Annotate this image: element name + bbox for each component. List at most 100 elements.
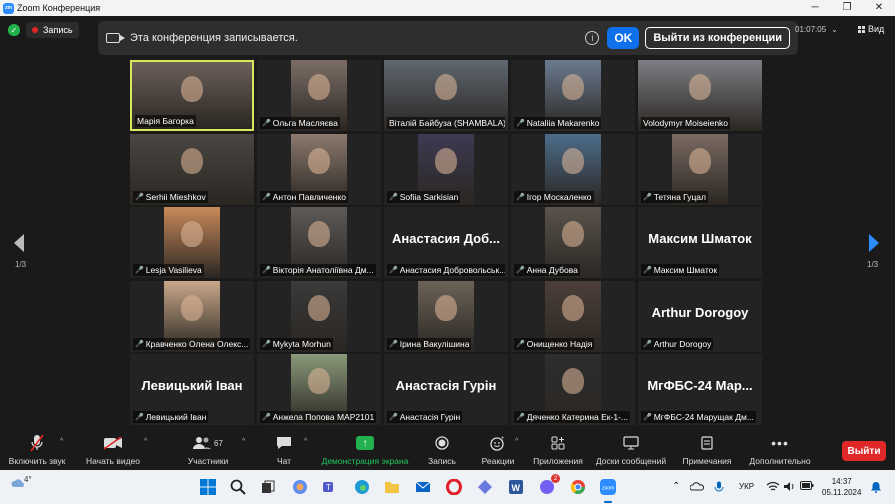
participants-label: Участники bbox=[187, 456, 229, 466]
mic-muted-icon: 🎤 bbox=[643, 414, 652, 421]
start-video-button[interactable]: Начать видео bbox=[84, 434, 142, 466]
mic-muted-icon: 🎤 bbox=[389, 414, 398, 421]
info-icon[interactable]: i bbox=[585, 31, 600, 45]
chat-caret-icon[interactable]: ^ bbox=[304, 438, 307, 445]
unmute-button[interactable]: Включить звук bbox=[6, 434, 68, 466]
system-clock[interactable]: 14:37 05.11.2024 bbox=[822, 476, 861, 498]
minimize-button[interactable]: ─ bbox=[799, 0, 831, 16]
participant-tile[interactable]: Анастасія Гурін 🎤 Анастасія Гурін bbox=[384, 354, 508, 425]
audio-options-caret-icon[interactable]: ^ bbox=[60, 438, 63, 445]
video-options-caret-icon[interactable]: ^ bbox=[144, 438, 147, 445]
chrome-icon[interactable] bbox=[568, 477, 588, 497]
participant-tile[interactable]: 🎤 Антон Павличенко bbox=[257, 134, 381, 205]
ok-button[interactable]: OK bbox=[607, 27, 640, 49]
reactions-caret-icon[interactable]: ^ bbox=[515, 438, 518, 445]
participant-display-name: МгФБС-24 Мар... bbox=[647, 378, 753, 393]
reactions-button[interactable]: + Реакции bbox=[478, 434, 518, 466]
zoom-logo-icon: zm bbox=[3, 2, 14, 14]
mic-muted-icon: 🎤 bbox=[643, 194, 652, 201]
prev-page-arrow-icon[interactable] bbox=[12, 233, 26, 253]
battery-icon[interactable] bbox=[800, 481, 814, 493]
onedrive-icon[interactable] bbox=[689, 481, 704, 494]
mail-icon[interactable] bbox=[413, 477, 433, 497]
teams-icon[interactable]: T bbox=[320, 477, 340, 497]
weather-widget[interactable]: 4° bbox=[10, 474, 36, 500]
participant-tile[interactable]: Анастасия Доб... 🎤 Анастасия Добровольськ.… bbox=[384, 207, 508, 278]
maximize-button[interactable]: ❐ bbox=[831, 0, 863, 16]
file-explorer-icon[interactable] bbox=[382, 477, 402, 497]
windows-start-icon[interactable] bbox=[198, 477, 218, 497]
security-shield-icon[interactable]: ✓ bbox=[8, 24, 20, 36]
participant-silhouette bbox=[435, 295, 457, 321]
share-screen-button[interactable]: ↑ Демонстрация экрана bbox=[318, 434, 412, 466]
mic-muted-icon: 🎤 bbox=[135, 341, 144, 348]
recording-message: Эта конференция записывается. bbox=[130, 32, 298, 44]
participant-tile[interactable]: 🎤 Анжела Попова МАР2101 bbox=[257, 354, 381, 425]
participant-tile[interactable]: 🎤 Serhii Mieshkov bbox=[130, 134, 254, 205]
chevron-down-icon[interactable]: ⌄ bbox=[831, 25, 838, 34]
participant-tile[interactable]: 🎤 Онищенко Надія bbox=[511, 281, 635, 352]
word-icon[interactable]: W bbox=[506, 477, 526, 497]
leave-conference-button[interactable]: Выйти из конференции bbox=[645, 27, 790, 49]
participants-button[interactable]: 67 Участники bbox=[184, 434, 232, 466]
participant-tile[interactable]: 🎤 Тетяна Гуцал bbox=[638, 134, 762, 205]
view-button[interactable]: Вид bbox=[858, 24, 884, 34]
tray-expand-icon[interactable]: ⌃ bbox=[672, 481, 680, 492]
participant-name: Онищенко Надія bbox=[526, 339, 593, 349]
participant-tile[interactable]: Arthur Dorogoy 🎤 Arthur Dorogoy bbox=[638, 281, 762, 352]
participants-caret-icon[interactable]: ^ bbox=[242, 438, 245, 445]
participant-label: 🎤 Ольга Масляєва bbox=[260, 117, 340, 129]
participant-tile[interactable]: Віталій Байбуза (SHAMBALA) bbox=[384, 60, 508, 131]
mic-muted-icon: 🎤 bbox=[389, 194, 398, 201]
participant-tile[interactable]: 🎤 Дяченко Катерина Ек-1-... bbox=[511, 354, 635, 425]
participant-tile[interactable]: 🎤 Ірина Вакулішина bbox=[384, 281, 508, 352]
zoom-taskbar-icon[interactable]: zoom bbox=[598, 477, 618, 497]
viber-icon[interactable]: 2 bbox=[537, 474, 560, 497]
leave-button[interactable]: Выйти bbox=[842, 441, 886, 461]
record-button[interactable]: Запись bbox=[424, 434, 460, 466]
participant-tile[interactable]: Марія Багорка bbox=[130, 60, 254, 131]
volume-icon[interactable] bbox=[783, 481, 795, 495]
participant-tile[interactable]: Левицький Іван 🎤 Левицький Іван bbox=[130, 354, 254, 425]
participant-name: Ігор Москаленко bbox=[526, 192, 592, 202]
notifications-bell-icon[interactable] bbox=[870, 481, 882, 496]
edge-icon[interactable] bbox=[352, 477, 372, 497]
copilot-icon[interactable] bbox=[290, 477, 310, 497]
microphone-tray-icon[interactable] bbox=[714, 481, 724, 496]
chat-button[interactable]: Чат bbox=[270, 434, 298, 466]
participant-tile[interactable]: Volodymyr Moiseienko bbox=[638, 60, 762, 131]
participant-silhouette bbox=[181, 295, 203, 321]
participant-tile[interactable]: 🎤 Ольга Масляєва bbox=[257, 60, 381, 131]
participant-tile[interactable]: 🎤 Mykyta Morhun bbox=[257, 281, 381, 352]
participant-tile[interactable]: 🎤 Анна Дубова bbox=[511, 207, 635, 278]
mic-muted-icon: 🎤 bbox=[135, 194, 144, 201]
task-view-icon[interactable] bbox=[258, 477, 278, 497]
participant-tile[interactable]: 🎤 Nataliia Makarenko bbox=[511, 60, 635, 131]
participant-tile[interactable]: 🎤 Sofiia Sarkisian bbox=[384, 134, 508, 205]
participant-tile[interactable]: 🎤 Lesja Vasilieva bbox=[130, 207, 254, 278]
participant-tile[interactable]: 🎤 Ігор Москаленко bbox=[511, 134, 635, 205]
opera-icon[interactable] bbox=[444, 477, 464, 497]
recording-indicator[interactable]: Запись bbox=[26, 22, 79, 38]
mic-muted-icon: 🎤 bbox=[516, 341, 525, 348]
wifi-icon[interactable] bbox=[766, 481, 780, 495]
participant-label: 🎤 Serhii Mieshkov bbox=[133, 191, 208, 203]
close-button[interactable]: ✕ bbox=[863, 0, 895, 16]
next-page-arrow-icon[interactable] bbox=[867, 233, 881, 253]
app-diamond-icon[interactable] bbox=[475, 477, 495, 497]
participant-display-name: Левицький Іван bbox=[141, 378, 243, 393]
participant-label: 🎤 Sofiia Sarkisian bbox=[387, 191, 461, 203]
recording-banner: Эта конференция записывается. i OK Выйти… bbox=[98, 21, 798, 55]
participant-tile[interactable]: МгФБС-24 Мар... 🎤 МгФБС-24 Марущак Дм... bbox=[638, 354, 762, 425]
participant-tile[interactable]: Максим Шматок 🎤 Максим Шматок bbox=[638, 207, 762, 278]
language-indicator[interactable]: УКР bbox=[739, 482, 754, 491]
participant-tile[interactable]: 🎤 Вікторія Анатоліївна Дм... bbox=[257, 207, 381, 278]
chat-icon bbox=[277, 437, 291, 449]
participant-tile[interactable]: 🎤 Кравченко Олена Олекс... bbox=[130, 281, 254, 352]
notes-button[interactable]: Примечания bbox=[682, 434, 732, 466]
whiteboards-button[interactable]: Доски сообщений bbox=[594, 434, 668, 466]
search-icon[interactable] bbox=[228, 477, 248, 497]
apps-button[interactable]: Приложения bbox=[530, 434, 586, 466]
participant-silhouette bbox=[308, 74, 330, 100]
more-button[interactable]: ••• Дополнительно bbox=[744, 434, 816, 466]
